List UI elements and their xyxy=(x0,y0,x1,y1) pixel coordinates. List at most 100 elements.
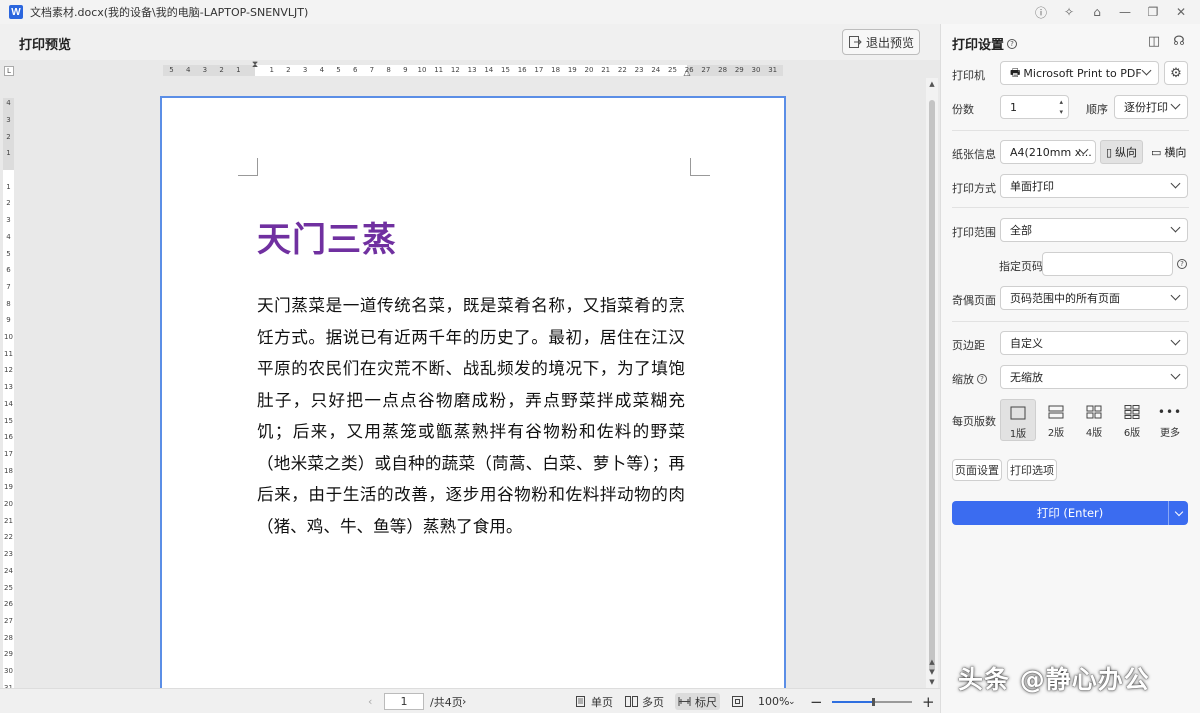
zoom-slider-handle[interactable] xyxy=(872,698,875,706)
more-icon: ••• xyxy=(1157,405,1183,419)
print-mode-select[interactable]: 单面打印 xyxy=(1000,174,1188,198)
layout-6-label: 6版 xyxy=(1123,428,1141,439)
multi-page-button[interactable]: 多页 xyxy=(625,693,664,710)
printer-select[interactable]: 🖶 Microsoft Print to PDF xyxy=(1000,61,1159,85)
ruler-tick-label: 5 xyxy=(169,66,174,74)
scroll-thumb[interactable] xyxy=(929,100,935,672)
gear-icon: ⚙ xyxy=(1170,65,1182,81)
scale-select[interactable]: 无缩放 xyxy=(1000,365,1188,389)
ruler-tick-label: 26 xyxy=(4,600,13,609)
layout-1-option[interactable]: 1版 xyxy=(1000,399,1036,441)
print-options-button[interactable]: 打印选项 xyxy=(1007,459,1057,481)
scroll-down-icon[interactable]: ▼ xyxy=(926,678,938,686)
exit-preview-button[interactable]: 退出预览 xyxy=(842,29,920,55)
order-select[interactable]: 逐份打印 xyxy=(1114,95,1188,119)
order-label: 顺序 xyxy=(1086,103,1108,116)
ruler-tick-label: 24 xyxy=(651,66,661,74)
ruler-tick-label: 15 xyxy=(501,66,510,74)
scroll-page-down-icon[interactable]: ▼ xyxy=(926,668,938,676)
headset-icon[interactable]: ☊ xyxy=(1171,34,1187,50)
portrait-button[interactable]: ▯ 纵向 xyxy=(1100,140,1144,164)
layout-6-option[interactable]: 6版 xyxy=(1114,399,1150,441)
window-title: 文档素材.docx(我的设备\我的电脑-LAPTOP-SNENVLJT) xyxy=(30,6,309,19)
window-controls: ⓘ ✧ ⌂ — ❐ ✕ xyxy=(1028,2,1194,22)
chevron-down-icon xyxy=(1170,178,1181,189)
ruler-tick-label: 20 xyxy=(4,500,13,508)
print-button[interactable]: 打印 (Enter) xyxy=(952,501,1188,525)
pin-icon[interactable]: ✧ xyxy=(1056,2,1082,22)
ruler-tick-label: 22 xyxy=(617,66,627,74)
document-area[interactable]: 天门三蒸 天门蒸菜是一道传统名菜，既是菜肴名称，又指菜肴的烹饪方式。据说已有近两… xyxy=(18,78,926,688)
ruler-tick-label: 3 xyxy=(202,66,208,74)
copies-label: 份数 xyxy=(952,103,974,116)
vertical-scrollbar[interactable]: ▲ ▲ ▼ ▼ xyxy=(926,78,938,688)
ruler-corner[interactable]: L xyxy=(4,66,14,76)
page-title: 打印预览 xyxy=(19,38,72,53)
ruler-text-area xyxy=(3,170,14,688)
document-page[interactable]: 天门三蒸 天门蒸菜是一道传统名菜，既是菜肴名称，又指菜肴的烹饪方式。据说已有近两… xyxy=(160,96,786,688)
help-icon[interactable]: ? xyxy=(1007,38,1018,49)
layout-4-icon xyxy=(1086,405,1102,419)
ruler-tick-label: 2 xyxy=(6,132,11,141)
page-numbers-input[interactable] xyxy=(1042,252,1173,276)
page-total: /共4页 xyxy=(430,695,463,709)
scale-label-group: 缩放 ? xyxy=(952,371,987,387)
ruler-tick-label: 3 xyxy=(6,216,11,225)
ruler-tick-label: 1 xyxy=(236,66,241,74)
single-page-button[interactable]: 单页 xyxy=(574,693,613,710)
paper-select[interactable]: A4(210mm x... xyxy=(1000,140,1096,164)
ruler-tick-label: 29 xyxy=(734,66,744,74)
paper-label: 纸张信息 xyxy=(952,148,996,161)
zoom-out-icon[interactable]: − xyxy=(810,693,823,711)
stepper-arrows-icon[interactable]: ▴ ▾ xyxy=(1059,97,1063,117)
zoom-in-icon[interactable]: + xyxy=(922,693,935,711)
landscape-button[interactable]: ▭ 横向 xyxy=(1146,140,1191,164)
odd-even-select[interactable]: 页码范围中的所有页面 xyxy=(1000,286,1188,310)
close-icon[interactable]: ✕ xyxy=(1168,2,1194,22)
fit-page-icon[interactable] xyxy=(731,693,744,710)
zoom-slider[interactable] xyxy=(832,698,912,706)
next-page-icon[interactable]: › xyxy=(462,693,466,710)
layout-more-option[interactable]: ••• 更多 xyxy=(1152,399,1188,441)
ruler-tick-label: 3 xyxy=(6,115,11,124)
chevron-down-icon xyxy=(1170,99,1181,110)
scroll-up-icon[interactable]: ▲ xyxy=(926,80,938,88)
ruler-tick-label: 9 xyxy=(403,66,408,74)
ruler-tick-label: 13 xyxy=(4,383,13,392)
ruler-tick-label: 18 xyxy=(4,466,13,475)
ruler-tick-label: 1 xyxy=(6,182,11,191)
ruler-toggle-button[interactable]: 标尺 xyxy=(675,693,720,710)
zoom-dropdown-icon[interactable]: ⌄ xyxy=(788,693,796,710)
layout-panel-icon[interactable]: ◫ xyxy=(1146,34,1162,50)
layout-1-label: 1版 xyxy=(1009,429,1027,440)
vertical-ruler[interactable]: 4 3 2 1 1 2 3 4 5 6 7 8 9 10 11 12 13 14 15 16 17 18 19 20 21 22 2… xyxy=(3,98,14,692)
order-value: 逐份打印 xyxy=(1124,101,1168,114)
horizontal-ruler[interactable]: 5 4 3 2 1 1 2 3 4 5 6 7 8 9 10 11 12 13 14 15 16 17 18 19 20 21 22… xyxy=(163,60,783,78)
layout-2-option[interactable]: 2版 xyxy=(1038,399,1074,441)
margin-select[interactable]: 自定义 xyxy=(1000,331,1188,355)
left-indent-marker-icon[interactable]: ⧗ xyxy=(252,60,258,70)
print-dropdown-button[interactable] xyxy=(1168,501,1188,525)
right-indent-marker-icon[interactable]: △ xyxy=(684,68,691,78)
margin-label: 页边距 xyxy=(952,339,985,352)
multi-page-icon xyxy=(625,696,638,707)
ruler-tick-label: 8 xyxy=(386,66,391,74)
layout-4-option[interactable]: 4版 xyxy=(1076,399,1112,441)
printer-settings-button[interactable]: ⚙ xyxy=(1164,61,1188,85)
minimize-icon[interactable]: — xyxy=(1112,2,1138,22)
ruler-tick-label: 4 xyxy=(319,66,325,74)
print-settings-panel: 打印设置 ? ◫ ☊ 打印机 🖶 Microsoft Print to PDF … xyxy=(940,24,1200,713)
restore-icon[interactable]: ❐ xyxy=(1140,2,1166,22)
help-icon[interactable]: ? xyxy=(1177,259,1187,269)
help-icon[interactable]: ? xyxy=(977,374,987,384)
prev-page-icon[interactable]: ‹ xyxy=(368,693,372,710)
page-setup-button[interactable]: 页面设置 xyxy=(952,459,1002,481)
page-number-input[interactable]: 1 xyxy=(384,693,424,710)
scroll-page-up-icon[interactable]: ▲ xyxy=(926,658,938,666)
zoom-level[interactable]: 100% xyxy=(758,693,789,710)
info-icon[interactable]: ⓘ xyxy=(1028,2,1054,22)
copies-stepper[interactable]: 1 ▴ ▾ xyxy=(1000,95,1069,119)
print-range-select[interactable]: 全部 xyxy=(1000,218,1188,242)
brush-icon[interactable]: ⌂ xyxy=(1084,2,1110,22)
chevron-down-icon xyxy=(1170,335,1181,346)
